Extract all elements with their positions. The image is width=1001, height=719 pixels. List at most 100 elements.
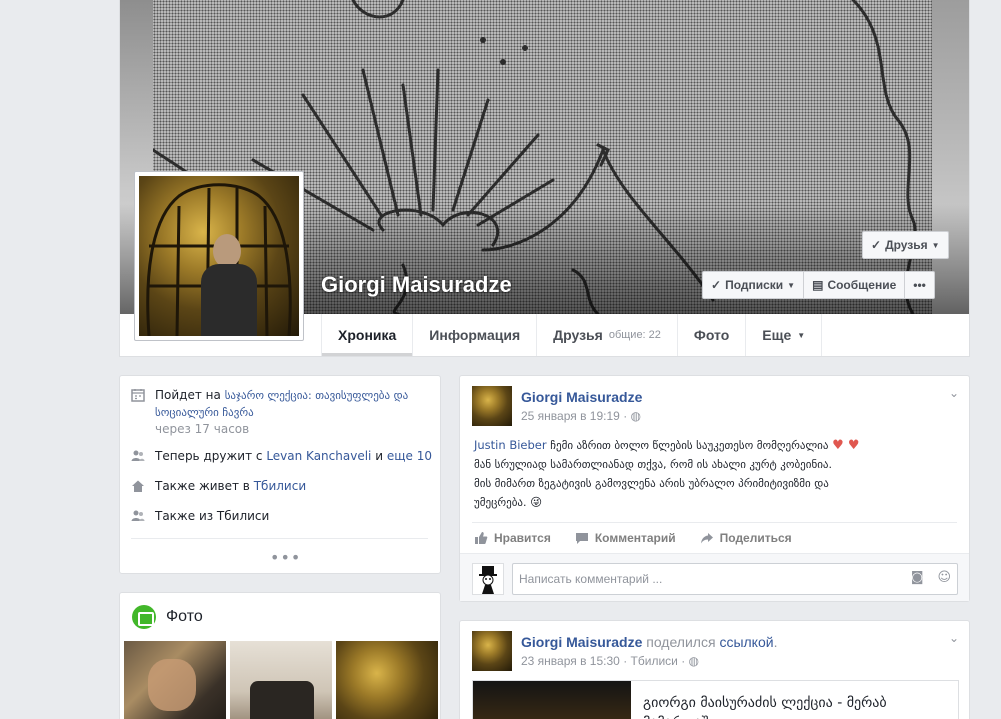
chevron-down-icon: ▼ (787, 280, 796, 290)
profile-picture[interactable] (134, 171, 304, 341)
check-icon: ✓ (711, 278, 722, 292)
from-row: Также из Тбилиси (131, 508, 269, 524)
comment-input[interactable]: Написать комментарий ... (512, 563, 958, 595)
comment-button[interactable]: Комментарий (575, 531, 676, 545)
tab-photos-label: Фото (693, 327, 730, 343)
mention-link[interactable]: Justin Bieber (474, 438, 547, 452)
more-options-button[interactable]: ••• (905, 271, 935, 299)
event-prefix: Пойдет на (155, 388, 221, 402)
author-avatar[interactable] (472, 386, 512, 426)
more-friends-link[interactable]: еще 10 (387, 449, 432, 463)
profile-header: Giorgi Maisuradze ✓ Друзья ▼ ✓ Подписки … (119, 0, 970, 357)
tab-more-label: Еще (762, 327, 792, 343)
post-author[interactable]: Giorgi Maisuradze (521, 634, 642, 650)
friends-button-label: Друзья (885, 238, 928, 252)
post-timestamp[interactable]: 23 января в 15:30 (521, 654, 620, 668)
person-silhouette (201, 234, 257, 336)
tab-friends-label: Друзья (553, 327, 603, 343)
post-meta: 23 января в 15:30 · Тбилиси · ◍ (521, 654, 699, 668)
shared-dot: . (773, 634, 778, 650)
tab-timeline-label: Хроника (338, 327, 397, 343)
home-icon (132, 480, 144, 492)
shared-text: поделился (646, 634, 716, 650)
friends-status-button[interactable]: ✓ Друзья ▼ (862, 231, 949, 259)
globe-icon[interactable]: ◍ (631, 409, 641, 423)
camera-icon[interactable]: ◙ (911, 570, 924, 585)
profile-photo-image (139, 176, 299, 336)
meta-separator: · (681, 654, 686, 668)
lives-in-row: Также живет в Тбилиси (131, 478, 306, 494)
message-label: Сообщение (827, 278, 897, 292)
photos-header[interactable]: Фото (132, 605, 203, 629)
shared-link[interactable]: ссылкой (719, 634, 773, 650)
photo-thumbnail[interactable] (336, 641, 438, 719)
photo-thumbnail[interactable] (124, 641, 226, 719)
viewer-avatar[interactable] (472, 563, 504, 595)
post-timestamp[interactable]: 25 января в 19:19 (521, 409, 620, 423)
like-label: Нравится (494, 530, 551, 545)
emoji-picker-icon[interactable]: ☺ (937, 570, 951, 585)
tab-photos[interactable]: Фото (676, 314, 745, 356)
event-row: Пойдет на საჯარო ლექცია: თავისუფლება და … (131, 387, 408, 437)
profile-actions: ✓ Подписки ▼ ▤ Сообщение ••• (702, 271, 935, 299)
lives-prefix: Также живет в (155, 479, 250, 493)
friends-conjunction: и (375, 449, 384, 463)
link-preview-image (473, 681, 631, 719)
post-location[interactable]: Тбилиси (631, 654, 678, 668)
photo-icon (132, 605, 156, 629)
friend-link[interactable]: Levan Kanchaveli (266, 449, 371, 463)
friends-icon (131, 450, 145, 461)
more-icon[interactable]: ••• (270, 548, 301, 567)
post-meta: 25 января в 19:19 · ◍ (521, 409, 641, 423)
post-author[interactable]: Giorgi Maisuradze (521, 389, 642, 405)
event-time: через 17 часов (155, 422, 250, 436)
comment-tools: ◙ ☺ (911, 570, 951, 585)
post-text-line: მან სრულიად სამართლიანად თქვა, რომ ის ახ… (474, 458, 832, 471)
post-text-line: უმეცრება. (474, 496, 527, 509)
profile-name[interactable]: Giorgi Maisuradze (321, 272, 512, 298)
event-link[interactable]: საჯარო ლექცია: თავისუფლება და (225, 389, 408, 402)
emoji-icon: 😜 (530, 495, 543, 509)
globe-icon[interactable]: ◍ (689, 654, 699, 668)
event-link-line2[interactable]: სოციალური ჩავრა (155, 406, 254, 419)
heart-icon: ♥ ♥ (832, 438, 860, 453)
subscriptions-label: Подписки (725, 278, 784, 292)
city-link[interactable]: Тбилиси (254, 479, 306, 493)
intro-card: Пойдет на საჯარო ლექცია: თავისუფლება და … (119, 375, 441, 574)
tab-more[interactable]: Еще ▼ (745, 314, 823, 356)
chevron-down-icon: ▼ (931, 240, 940, 250)
divider (131, 538, 428, 539)
tab-about[interactable]: Информация (412, 314, 536, 356)
chevron-down-icon: ▼ (797, 330, 806, 340)
photos-card: Фото (119, 592, 441, 719)
post-actions: Нравится Комментарий Поделиться (472, 522, 957, 552)
photo-thumbnail[interactable] (230, 641, 332, 719)
friends-prefix: Теперь дружит с (155, 449, 263, 463)
profile-tabs: Хроника Информация Друзья общие: 22 Фото… (321, 314, 823, 356)
tab-timeline[interactable]: Хроника (321, 314, 413, 356)
message-button[interactable]: ▤ Сообщение (804, 271, 906, 299)
chevron-down-icon[interactable]: ⌄ (949, 631, 959, 645)
author-avatar[interactable] (472, 631, 512, 671)
like-button[interactable]: Нравится (474, 531, 551, 545)
post-text-line: მის მიმართ ზეგატივის გამოვლენა არის უბრა… (474, 477, 829, 490)
link-preview-title: გიორგი მაისურაძის ლექცია - მერაბ მამარდა… (643, 695, 887, 719)
share-icon (700, 532, 713, 543)
comment-icon (575, 532, 588, 544)
message-icon: ▤ (812, 278, 824, 292)
calendar-icon (131, 389, 145, 402)
post-author-line: Giorgi Maisuradze поделился ссылкой. (521, 634, 777, 650)
from-label: Также из Тбилиси (155, 509, 270, 523)
more-icon: ••• (913, 278, 926, 292)
chevron-down-icon[interactable]: ⌄ (949, 386, 959, 400)
link-preview[interactable]: გიორგი მაისურაძის ლექცია - მერაბ მამარდა… (472, 680, 959, 719)
thumbs-up-icon (475, 531, 488, 544)
post-text: Justin Bieber ჩემი აზრით ბოლო წლების საუ… (474, 436, 954, 512)
meta-separator: · (623, 654, 628, 668)
tab-friends[interactable]: Друзья общие: 22 (536, 314, 677, 356)
new-friends-row: Теперь дружит с Levan Kanchaveli и еще 1… (131, 448, 432, 464)
comment-label: Комментарий (594, 530, 676, 545)
post-text-line: ჩემი აზრით ბოლო წლების საუკეთესო მომღერა… (550, 439, 829, 452)
subscriptions-button[interactable]: ✓ Подписки ▼ (702, 271, 805, 299)
share-button[interactable]: Поделиться (700, 531, 792, 545)
